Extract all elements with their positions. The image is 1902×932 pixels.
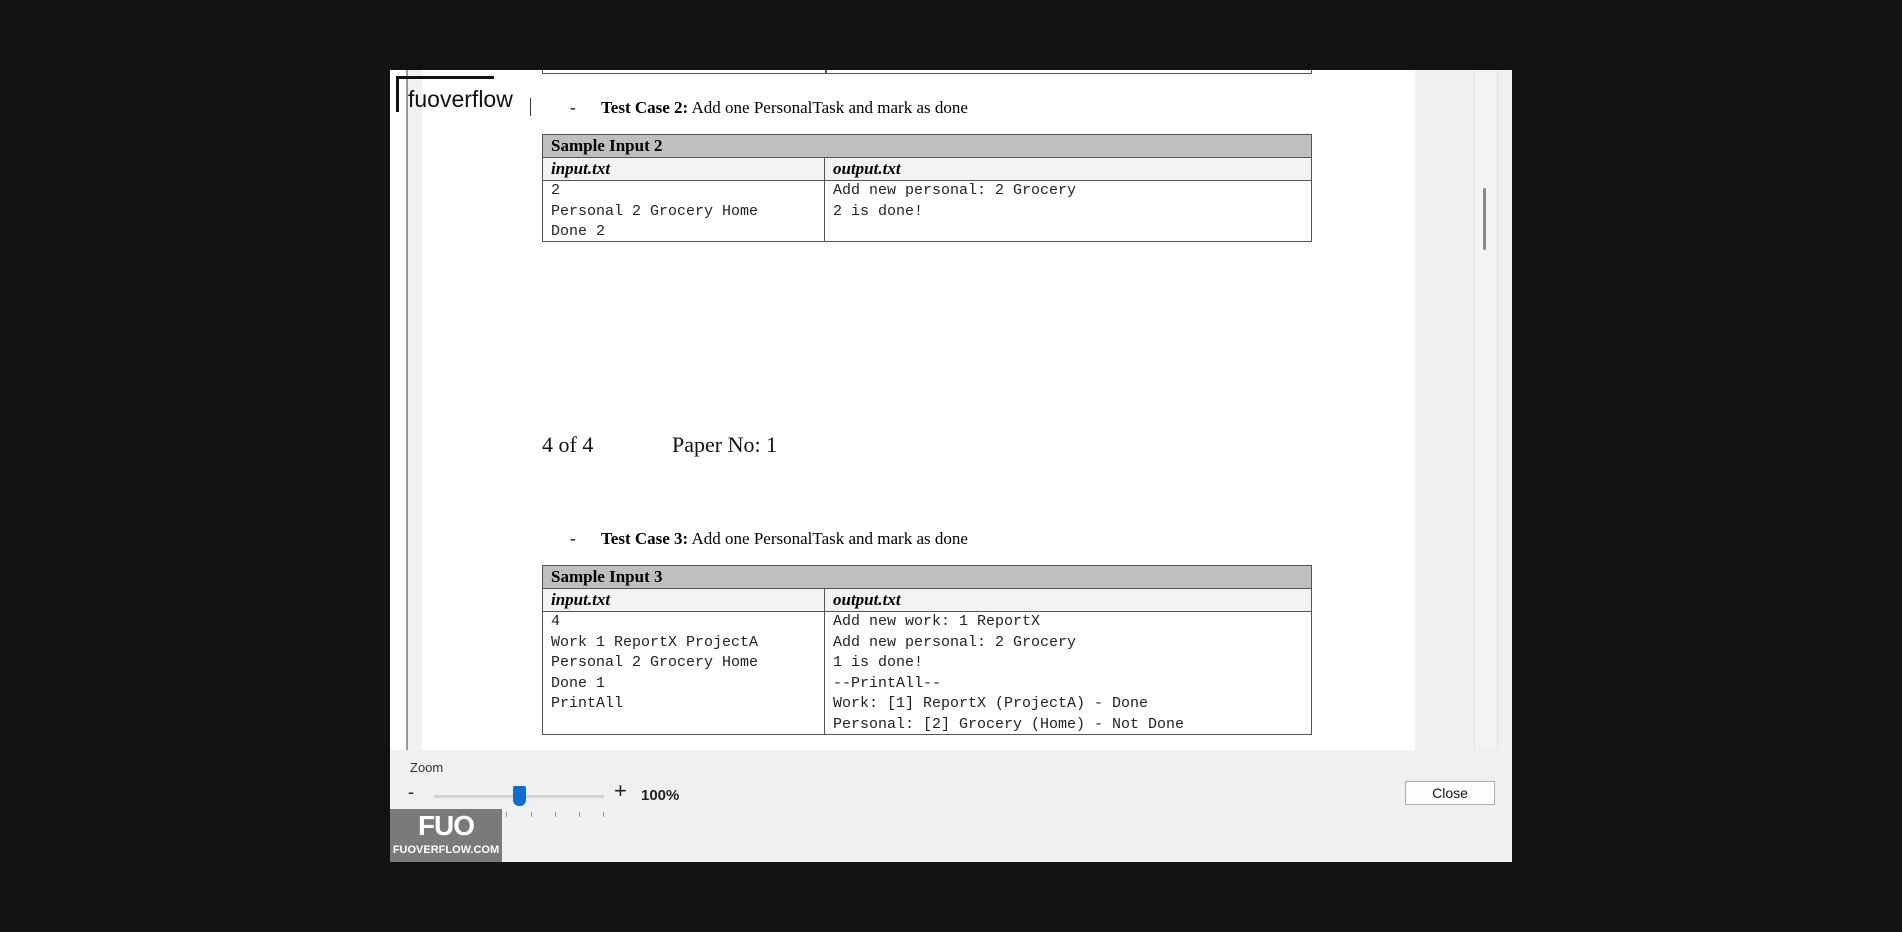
zoom-tick [506,812,507,817]
previous-table-bottom [542,70,1312,74]
test-case-2-description: Add one PersonalTask and mark as done [688,98,968,117]
code-line: Personal 2 Grocery Home [551,654,759,671]
document-viewport[interactable]: fuoverflow - Test Case 2: Add one Person… [390,70,1415,750]
vertical-scrollbar[interactable] [1474,70,1498,750]
zoom-tick [555,812,556,817]
watermark-text: fuoverflow [408,86,513,112]
sample-input-2-table: Sample Input 2 input.txt output.txt 2 Pe… [542,134,1312,242]
code-line: Personal: [2] Grocery (Home) - Not Done [833,715,1185,733]
zoom-value: 100% [641,787,680,804]
sample-3-output-cell: Add new work: 1 ReportX Add new personal… [825,612,1311,734]
watermark: fuoverflow [396,76,513,112]
code-line: 4 [551,613,561,630]
test-case-3-description: Add one PersonalTask and mark as done [688,529,968,548]
sample-2-input-header: input.txt [543,158,825,180]
fuo-logo: FUO FUOVERFLOW.COM [390,809,502,862]
test-case-2-label: Test Case 2: [601,98,689,117]
code-line: Work 1 ReportX ProjectA [551,633,759,651]
code-line: 2 [551,182,561,199]
paper-number: Paper No: 1 [672,432,778,457]
zoom-tick [603,812,604,817]
sample-2-output-header: output.txt [825,158,1311,180]
code-line: Add new personal: 2 Grocery [833,633,1077,651]
sample-3-output-header: output.txt [825,589,1311,611]
close-button[interactable]: Close [1405,781,1495,805]
code-line: 1 is done! [833,654,924,671]
zoom-in-button[interactable]: + [614,778,627,804]
document-viewer-window: fuoverflow - Test Case 2: Add one Person… [390,70,1512,862]
code-line: Add new work: 1 ReportX [833,613,1041,630]
sample-input-3-table: Sample Input 3 input.txt output.txt 4 Wo… [542,565,1312,735]
bullet-dash: - [570,529,576,548]
sample-2-input-cell: 2 Personal 2 Grocery Home Done 2 [543,181,825,241]
sample-2-output-cell: Add new personal: 2 Grocery 2 is done! [825,181,1311,241]
code-line: Personal 2 Grocery Home [551,202,759,220]
sample-3-input-cell: 4 Work 1 ReportX ProjectA Personal 2 Gro… [543,612,825,734]
text-cursor [530,98,531,116]
zoom-label: Zoom [410,760,444,775]
logo-mark: FUO [417,810,475,841]
zoom-tick [579,812,580,817]
code-line: --PrintAll-- [833,674,942,692]
code-line: Done 2 [551,223,606,240]
page-gutter [408,70,422,750]
sample-3-input-header: input.txt [543,589,825,611]
code-line: Work: [1] ReportX (ProjectA) - Done [833,695,1149,712]
test-case-3-label: Test Case 3: [601,529,689,548]
code-line: Done 1 [551,674,606,692]
code-line: PrintAll [551,695,624,712]
bullet-dash: - [570,98,576,117]
sample-3-title: Sample Input 3 [543,566,1311,589]
code-line: Add new personal: 2 Grocery [833,182,1077,199]
code-line: 2 is done! [833,202,924,220]
zoom-slider-thumb[interactable] [512,786,526,806]
zoom-tick [531,812,532,817]
page-number: 4 of 4 [542,432,594,457]
zoom-out-button[interactable]: - [408,782,414,803]
scrollbar-thumb[interactable] [1483,188,1486,250]
logo-site-text: FUOVERFLOW.COM [392,844,500,856]
sample-2-title: Sample Input 2 [543,135,1311,158]
